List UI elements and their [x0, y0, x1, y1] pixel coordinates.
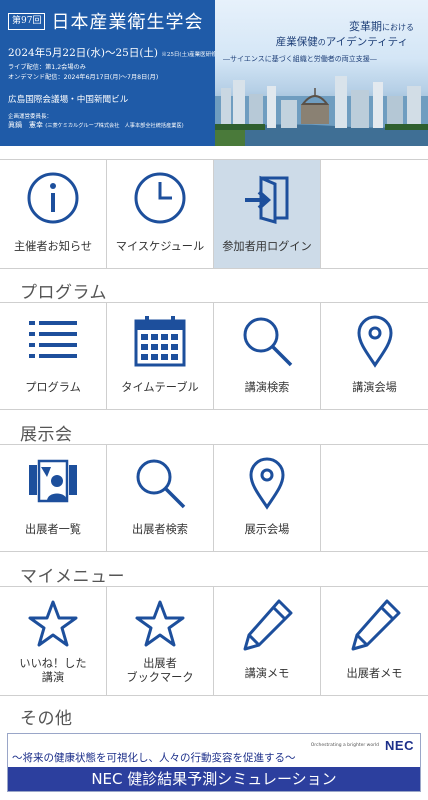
theme-word-3: 産業保健 — [275, 36, 318, 48]
organizer-notice-label: 主催者お知らせ — [13, 240, 93, 253]
date-note: ※25日(土)産業医研修会 — [161, 52, 223, 58]
program-menu-row: プログラム タイムテーブル 講演検索 講演会場 — [0, 302, 428, 410]
search-icon — [132, 455, 188, 511]
my-schedule-label: マイスケジュール — [115, 240, 205, 253]
conference-title: 日本産業衛生学会 — [51, 12, 204, 33]
theme-line-2: 産業保健のアイデンティティ — [276, 34, 408, 49]
program-button[interactable]: プログラム — [0, 303, 107, 409]
live-note: ライブ配信：第1,2会場のみ — [8, 64, 86, 71]
ad-slogan: Orchestrating a brighter world — [310, 743, 380, 748]
exhibitor-search-label: 出展者検索 — [132, 523, 188, 536]
lecture-venue-button[interactable]: 講演会場 — [321, 303, 428, 409]
ad-brand: Orchestrating a brighter world NEC — [311, 738, 414, 753]
map-pin-icon — [239, 455, 295, 511]
info-icon — [25, 170, 81, 226]
venue-text: 広島国際会議場・中国新聞ビル — [8, 95, 129, 105]
liked-lectures-label: いいね！した 講演 — [0, 657, 106, 685]
exhibitor-booth-icon — [25, 455, 81, 511]
hiroshima-skyline-image — [215, 76, 428, 146]
map-pin-icon — [347, 313, 403, 369]
ad-tagline: ～将来の健康状態を可視化し、人々の行動変容を促進する～ — [12, 752, 296, 764]
timetable-button[interactable]: タイムテーブル — [107, 303, 214, 409]
login-icon — [239, 170, 295, 226]
section-heading-program: プログラム — [20, 283, 107, 303]
exhibitor-bookmark-label: 出展者 ブックマーク — [107, 657, 213, 685]
theme-line-3: ―サイエンスに基づく組織と労働者の両立支援― — [223, 55, 377, 63]
calendar-icon — [132, 313, 188, 369]
exhibitor-memo-button[interactable]: 出展者メモ — [321, 587, 428, 695]
search-icon — [239, 313, 295, 369]
banner-theme-panel: 変革期における 産業保健のアイデンティティ ―サイエンスに基づく組織と労働者の両… — [215, 0, 428, 146]
section-heading-my-menu: マイメニュー — [20, 567, 125, 587]
date-text: 2024年5月22日(水)～25日(土) — [8, 47, 159, 59]
my-menu-row: いいね！した 講演 出展者 ブックマーク 講演メモ 出展者メモ — [0, 586, 428, 696]
star-icon — [132, 597, 188, 653]
theme-word-2: における — [382, 23, 414, 32]
theme-word-1: 変革期 — [349, 20, 382, 33]
section-heading-other: その他 — [20, 709, 73, 729]
ondemand-note: オンデマンド配信：2024年6月17日(月)～7月8日(月) — [8, 74, 159, 81]
conference-date: 2024年5月22日(水)～25日(土) ※25日(土)産業医研修会 — [8, 45, 222, 60]
chair-label: 企画運営委員長： — [8, 114, 53, 120]
exhibitor-list-label: 出展者一覧 — [25, 523, 81, 536]
empty-cell — [321, 160, 428, 268]
ad-cta[interactable]: NEC 健診結果予測シミュレーション — [8, 767, 420, 791]
pencil-icon — [347, 597, 403, 653]
clock-icon — [132, 170, 188, 226]
section-heading-exhibition: 展示会 — [20, 425, 73, 445]
liked-lectures-label-line-2: 講演 — [41, 671, 65, 684]
exhibition-venue-label: 展示会場 — [244, 523, 290, 536]
theme-line-1: 変革期における — [349, 18, 414, 34]
exhibitor-bookmark-label-line-2: ブックマーク — [126, 671, 194, 684]
my-schedule-button[interactable]: マイスケジュール — [107, 160, 214, 268]
empty-cell — [321, 445, 428, 551]
liked-lectures-button[interactable]: いいね！した 講演 — [0, 587, 107, 695]
chair-name: 眞鍋 憲幸 — [8, 121, 43, 129]
top-menu-row: 主催者お知らせ マイスケジュール 参加者用ログイン — [0, 159, 428, 269]
conference-banner[interactable]: 第97回 日本産業衛生学会 2024年5月22日(水)～25日(土) ※25日(… — [0, 0, 428, 146]
theme-word-5: アイデンティティ — [325, 36, 408, 48]
lecture-memo-button[interactable]: 講演メモ — [214, 587, 321, 695]
lecture-search-label: 講演検索 — [244, 381, 290, 394]
participant-login-button[interactable]: 参加者用ログイン — [214, 160, 321, 268]
lecture-memo-label: 講演メモ — [244, 667, 290, 680]
liked-lectures-label-line-1: いいね！した — [19, 657, 87, 670]
exhibitor-list-button[interactable]: 出展者一覧 — [0, 445, 107, 551]
pencil-icon — [239, 597, 295, 653]
exhibitor-bookmark-label-line-1: 出展者 — [143, 657, 177, 670]
chair-line: 眞鍋 憲幸 (三菱ケミカルグループ株式会社 人事本部全社統括産業医) — [8, 120, 207, 130]
list-icon — [25, 313, 81, 369]
exhibitor-bookmark-button[interactable]: 出展者 ブックマーク — [107, 587, 214, 695]
star-icon — [25, 597, 81, 653]
exhibition-menu-row: 出展者一覧 出展者検索 展示会場 — [0, 444, 428, 552]
theme-word-4: の — [317, 38, 326, 47]
exhibitor-memo-label: 出展者メモ — [346, 667, 403, 680]
edition-badge: 第97回 — [8, 12, 46, 30]
lecture-venue-label: 講演会場 — [352, 381, 397, 394]
organizer-notice-button[interactable]: 主催者お知らせ — [0, 160, 107, 268]
lecture-search-button[interactable]: 講演検索 — [214, 303, 321, 409]
nec-logo: NEC — [385, 738, 414, 753]
chair-affiliation: (三菱ケミカルグループ株式会社 人事本部全社統括産業医) — [45, 123, 184, 129]
nec-ad-banner[interactable]: Orchestrating a brighter world NEC ～将来の健… — [7, 733, 421, 792]
timetable-label: タイムテーブル — [121, 381, 199, 394]
banner-info-panel: 第97回 日本産業衛生学会 2024年5月22日(水)～25日(土) ※25日(… — [0, 0, 222, 146]
participant-login-label: 参加者用ログイン — [222, 240, 312, 253]
exhibitor-search-button[interactable]: 出展者検索 — [107, 445, 214, 551]
program-label: プログラム — [25, 381, 81, 394]
exhibition-venue-button[interactable]: 展示会場 — [214, 445, 321, 551]
